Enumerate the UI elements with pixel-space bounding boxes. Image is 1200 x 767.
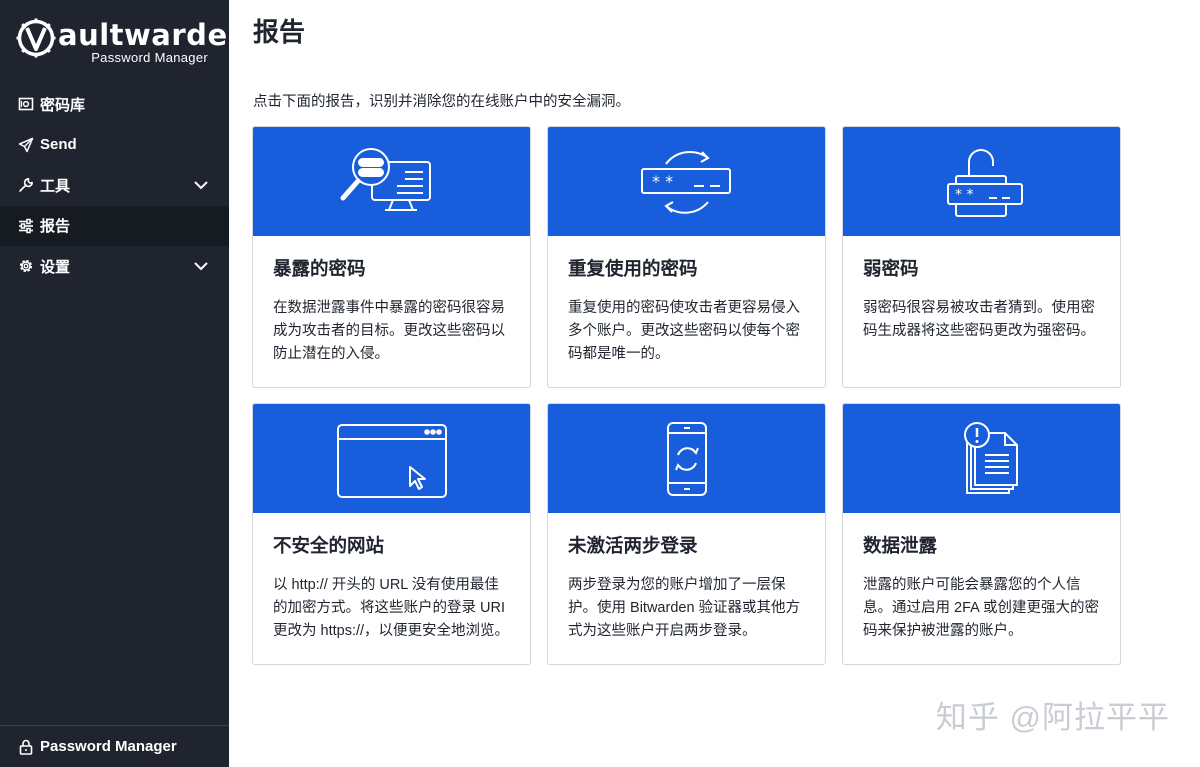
card-title: 暴露的密码 [273, 258, 366, 279]
sidebar-nav: 密码库 Send 工具 报告 设置 [0, 84, 229, 287]
sidebar-item-send[interactable]: Send [0, 125, 229, 166]
card-title: 重复使用的密码 [568, 258, 698, 279]
wrench-icon [18, 177, 34, 193]
page-intro: 点击下面的报告，识别并消除您的在线账户中的安全漏洞。 [253, 94, 630, 110]
report-card-exposed-passwords[interactable]: 暴露的密码 在数据泄露事件中暴露的密码很容易成为攻击者的目标。更改这些密码以防止… [252, 126, 531, 388]
logo-wordmark: aultwarden [58, 18, 249, 52]
watermark: 知乎 @阿拉平平 [935, 700, 1170, 735]
vault-icon [18, 96, 34, 112]
card-description: 以 http:// 开头的 URL 没有使用最佳的加密方式。将这些账户的登录 U… [273, 577, 510, 639]
card-description: 在数据泄露事件中暴露的密码很容易成为攻击者的目标。更改这些密码以防止潜在的入侵。 [273, 300, 505, 362]
card-title: 未激活两步登录 [568, 535, 698, 556]
sidebar-item-label: Send [40, 136, 77, 154]
card-title: 不安全的网站 [273, 535, 385, 556]
svg-text:* *: * * [652, 172, 673, 191]
gear-icon [18, 258, 34, 274]
sidebar-item-label: 报告 [40, 218, 71, 236]
sidebar-item-tools[interactable]: 工具 [0, 165, 229, 206]
data-breach-icon [963, 421, 1018, 494]
report-card-reused-passwords[interactable]: * * 重复使用的密码 重复使用的密码使攻击者更容易侵入多个账户。更改这些密码以… [547, 126, 826, 388]
card-description: 弱密码很容易被攻击者猜到。使用密码生成器将这些密码更改为强密码。 [863, 300, 1095, 339]
two-step-login-icon [666, 421, 707, 496]
card-description: 泄露的账户可能会暴露您的个人信息。通过启用 2FA 或创建更强大的密码来保护被泄… [863, 577, 1100, 639]
exposed-password-icon [340, 147, 431, 211]
svg-text:* *: * * [955, 187, 973, 203]
reused-password-icon: * * [640, 150, 731, 214]
report-card-unsecured-websites[interactable]: 不安全的网站 以 http:// 开头的 URL 没有使用最佳的加密方式。将这些… [252, 403, 531, 665]
send-icon [18, 137, 34, 153]
card-title: 数据泄露 [863, 535, 938, 556]
vaultwarden-logo-icon [16, 18, 56, 58]
report-card-weak-passwords[interactable]: * * 弱密码 弱密码很容易被攻击者猜到。使用密码生成器将这些密码更改为强密码。 [842, 126, 1121, 388]
sidebar-item-settings[interactable]: 设置 [0, 246, 229, 287]
card-banner [253, 404, 530, 513]
card-banner: * * [843, 127, 1120, 236]
card-description: 重复使用的密码使攻击者更容易侵入多个账户。更改这些密码以使每个密码都是唯一的。 [568, 300, 800, 362]
weak-password-icon: * * [946, 148, 1023, 217]
card-banner [843, 404, 1120, 513]
sidebar-item-reports[interactable]: 报告 [0, 205, 229, 246]
card-banner: * * [548, 127, 825, 236]
card-banner [253, 127, 530, 236]
sidebar: aultwarden Password Manager 密码库 Send 工具 [0, 0, 248, 767]
logo-subtitle: Password Manager [91, 50, 208, 65]
report-card-data-breach[interactable]: 数据泄露 泄露的账户可能会暴露您的个人信息。通过启用 2FA 或创建更强大的密码… [842, 403, 1121, 665]
product-switcher[interactable]: Password Manager [0, 725, 229, 767]
sidebar-item-label: 工具 [40, 177, 71, 195]
page-title: 报告 [253, 17, 306, 47]
sidebar-item-label: 密码库 [40, 96, 86, 114]
sidebar-item-label: 设置 [40, 258, 71, 276]
product-switcher-label: Password Manager [40, 738, 177, 755]
card-title: 弱密码 [863, 258, 919, 279]
card-banner [548, 404, 825, 513]
unsecured-website-icon [336, 423, 447, 498]
card-description: 两步登录为您的账户增加了一层保护。使用 Bitwarden 验证器或其他方式为这… [568, 577, 801, 639]
vaultwarden-logo[interactable]: aultwarden Password Manager [16, 14, 248, 70]
chevron-down-icon[interactable] [193, 258, 209, 274]
sidebar-item-vault[interactable]: 密码库 [0, 84, 229, 125]
chevron-down-icon[interactable] [193, 177, 209, 193]
lock-icon [18, 739, 34, 755]
report-card-two-step-login[interactable]: 未激活两步登录 两步登录为您的账户增加了一层保护。使用 Bitwarden 验证… [547, 403, 826, 665]
sliders-icon [18, 218, 34, 234]
